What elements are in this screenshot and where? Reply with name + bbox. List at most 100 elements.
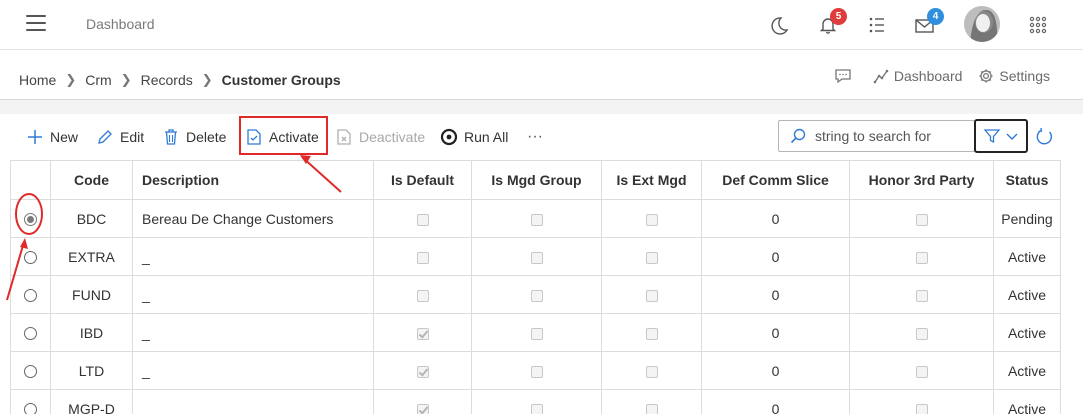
column-header-def-comm-slice[interactable]: Def Comm Slice (701, 160, 850, 200)
run-icon (440, 128, 458, 146)
search-box (778, 120, 975, 152)
honor-3rd-party-cell (849, 313, 994, 352)
is-default-checkbox (416, 365, 429, 378)
is-default-cell (373, 275, 472, 314)
pencil-icon (98, 130, 112, 144)
search-icon (790, 128, 806, 144)
row-select-radio[interactable] (24, 403, 37, 414)
is-default-cell (373, 199, 472, 238)
breadcrumb-records[interactable]: Records (141, 72, 193, 88)
code-cell: BDC (50, 199, 133, 238)
is-ext-mgd-checkbox (645, 251, 658, 264)
is-default-checkbox (416, 213, 429, 226)
is-mgd-group-cell (471, 313, 602, 352)
column-header-code[interactable]: Code (50, 160, 133, 200)
column-header-status[interactable]: Status (993, 160, 1061, 200)
notifications-bell-icon[interactable]: 5 (815, 8, 847, 38)
more-options-button[interactable]: ··· (527, 124, 543, 150)
plus-icon (28, 130, 42, 144)
select-cell (10, 237, 51, 276)
column-header-honor-3rd-party[interactable]: Honor 3rd Party (849, 160, 994, 200)
status-cell: Active (993, 351, 1061, 390)
def-comm-slice-cell: 0 (701, 389, 850, 414)
breadcrumb-actions: Dashboard Settings (818, 68, 1050, 84)
dark-mode-moon-icon[interactable] (766, 12, 792, 38)
column-header-is-ext-mgd[interactable]: Is Ext Mgd (601, 160, 702, 200)
is-mgd-group-cell (471, 275, 602, 314)
is-default-checkbox (416, 251, 429, 264)
row-select-radio[interactable] (24, 213, 37, 227)
apps-grid-icon[interactable] (1025, 12, 1051, 38)
def-comm-slice-cell: 0 (701, 351, 850, 390)
menu-icon[interactable] (26, 15, 46, 31)
deactivate-button[interactable]: Deactivate (335, 124, 425, 150)
search-input[interactable] (815, 128, 970, 144)
def-comm-slice-cell: 0 (701, 313, 850, 352)
def-comm-slice-cell: 0 (701, 237, 850, 276)
comment-icon (835, 69, 851, 84)
is-mgd-group-checkbox (530, 365, 543, 378)
description-cell: Bereau De Change Customers (132, 199, 374, 238)
def-comm-slice-cell: 0 (701, 275, 850, 314)
dashboard-link[interactable]: Dashboard (873, 68, 962, 84)
user-avatar[interactable] (964, 6, 1000, 42)
row-select-radio[interactable] (24, 365, 37, 379)
def-comm-slice-cell: 0 (701, 199, 850, 238)
is-default-cell (373, 389, 472, 414)
column-header-select (10, 160, 51, 200)
task-list-icon[interactable] (864, 12, 890, 38)
comments-button[interactable] (834, 68, 857, 84)
is-ext-mgd-cell (601, 199, 702, 238)
honor-3rd-party-checkbox (915, 403, 928, 414)
select-cell (10, 275, 51, 314)
status-cell: Active (993, 313, 1061, 352)
select-cell (10, 199, 51, 238)
settings-link[interactable]: Settings (978, 68, 1050, 84)
table-row[interactable]: IBD _ 0 Active (10, 313, 1061, 352)
column-header-description[interactable]: Description (132, 160, 374, 200)
chevron-right-icon: ❯ (120, 72, 132, 87)
is-ext-mgd-cell (601, 237, 702, 276)
new-button[interactable]: New (26, 124, 78, 150)
is-default-cell (373, 351, 472, 390)
column-header-is-mgd-group[interactable]: Is Mgd Group (471, 160, 602, 200)
document-x-icon (337, 129, 351, 145)
content-separator (0, 100, 1083, 114)
description-cell: _ (132, 351, 374, 390)
select-cell (10, 313, 51, 352)
is-ext-mgd-checkbox (645, 403, 658, 414)
run-all-button[interactable]: Run All (440, 124, 508, 150)
table-row[interactable]: LTD _ 0 Active (10, 351, 1061, 390)
honor-3rd-party-checkbox (915, 327, 928, 340)
breadcrumb-home[interactable]: Home (19, 72, 56, 88)
is-default-checkbox (416, 289, 429, 302)
chart-line-icon (873, 69, 889, 84)
honor-3rd-party-checkbox (915, 289, 928, 302)
delete-button[interactable]: Delete (162, 124, 226, 150)
filter-dropdown-button[interactable] (974, 119, 1028, 153)
table-row[interactable]: EXTRA _ 0 Active (10, 237, 1061, 276)
is-mgd-group-cell (471, 237, 602, 276)
status-cell: Active (993, 275, 1061, 314)
row-select-radio[interactable] (24, 251, 37, 265)
messages-mail-icon[interactable]: 4 (912, 8, 944, 38)
honor-3rd-party-checkbox (915, 213, 928, 226)
honor-3rd-party-cell (849, 199, 994, 238)
edit-button[interactable]: Edit (96, 124, 144, 150)
row-select-radio[interactable] (24, 289, 37, 303)
table-row[interactable]: BDC Bereau De Change Customers 0 Pending (10, 199, 1061, 238)
description-cell: _ (132, 275, 374, 314)
deactivate-button-label: Deactivate (359, 129, 426, 145)
run-all-button-label: Run All (464, 129, 509, 145)
table-row[interactable]: FUND _ 0 Active (10, 275, 1061, 314)
column-header-is-default[interactable]: Is Default (373, 160, 472, 200)
code-cell: MGP-D (50, 389, 133, 414)
description-cell (132, 389, 374, 414)
app-title: Dashboard (86, 16, 155, 32)
is-ext-mgd-cell (601, 313, 702, 352)
row-select-radio[interactable] (24, 327, 37, 341)
refresh-button[interactable] (1033, 126, 1055, 148)
breadcrumb-crm[interactable]: Crm (85, 72, 111, 88)
table-row[interactable]: MGP-D 0 Active (10, 389, 1061, 414)
honor-3rd-party-cell (849, 275, 994, 314)
